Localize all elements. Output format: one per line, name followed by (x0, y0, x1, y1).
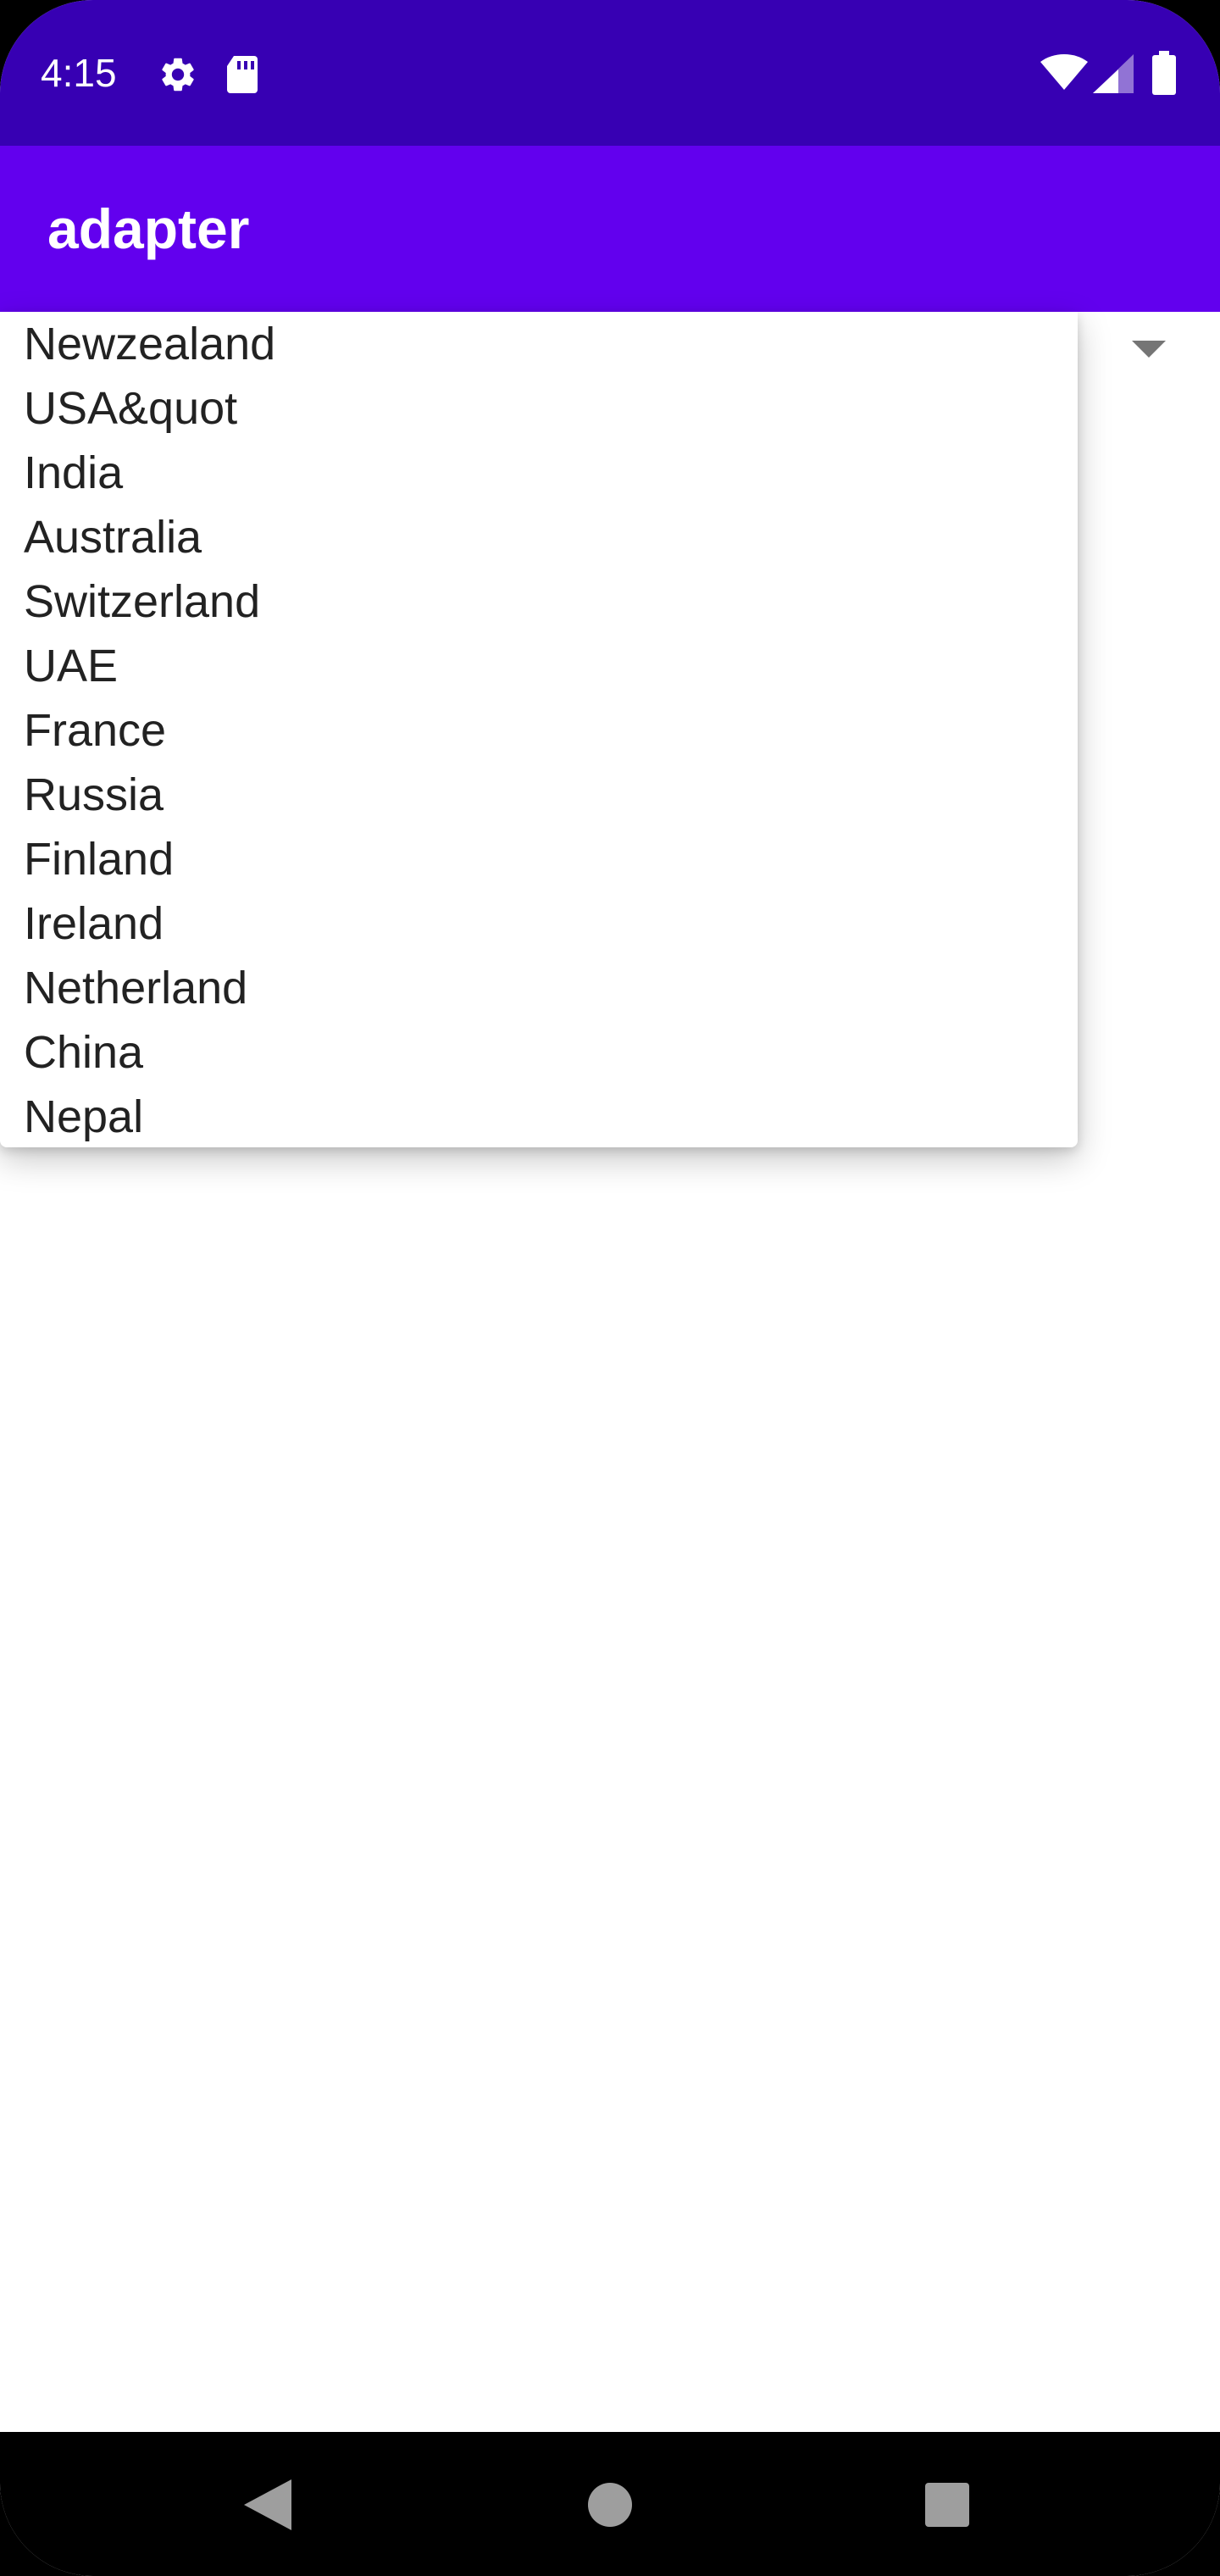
dropdown-item-finland[interactable]: Finland (24, 827, 174, 891)
dropdown-item-australia[interactable]: Australia (24, 505, 202, 569)
cellular-signal-icon (1093, 54, 1134, 93)
dropdown-item-india[interactable]: India (24, 441, 123, 505)
settings-gear-icon (162, 58, 194, 92)
app-title: adapter (47, 197, 250, 260)
dropdown-item-usa[interactable]: USA&quot (24, 376, 237, 441)
dropdown-item-russia[interactable]: Russia (24, 763, 164, 827)
dropdown-item-newzealand[interactable]: Newzealand (24, 312, 275, 376)
spinner-dropdown-arrow-icon[interactable] (1132, 339, 1166, 359)
dropdown-item-netherland[interactable]: Netherland (24, 956, 247, 1020)
status-bar: 4:15 (0, 0, 1220, 146)
spinner-dropdown-list: Newzealand USA&quot India Australia Swit… (0, 312, 1078, 1147)
home-icon[interactable] (588, 2483, 632, 2527)
sd-card-icon (227, 56, 258, 93)
phone-screen: 4:15 adapter Newzealand USA&quot India A… (0, 0, 1220, 2576)
dropdown-item-uae[interactable]: UAE (24, 634, 118, 698)
app-bar: adapter (0, 146, 1220, 312)
dropdown-item-china[interactable]: China (24, 1020, 143, 1085)
recents-icon[interactable] (925, 2483, 969, 2527)
dropdown-item-ireland[interactable]: Ireland (24, 891, 164, 956)
wifi-icon (1040, 54, 1088, 90)
dropdown-item-nepal[interactable]: Nepal (24, 1085, 143, 1149)
status-time: 4:15 (41, 51, 117, 95)
back-icon[interactable] (244, 2479, 291, 2530)
navigation-bar (0, 2432, 1220, 2576)
dropdown-item-france[interactable]: France (24, 698, 166, 763)
battery-icon (1152, 51, 1176, 95)
dropdown-item-switzerland[interactable]: Switzerland (24, 569, 260, 634)
